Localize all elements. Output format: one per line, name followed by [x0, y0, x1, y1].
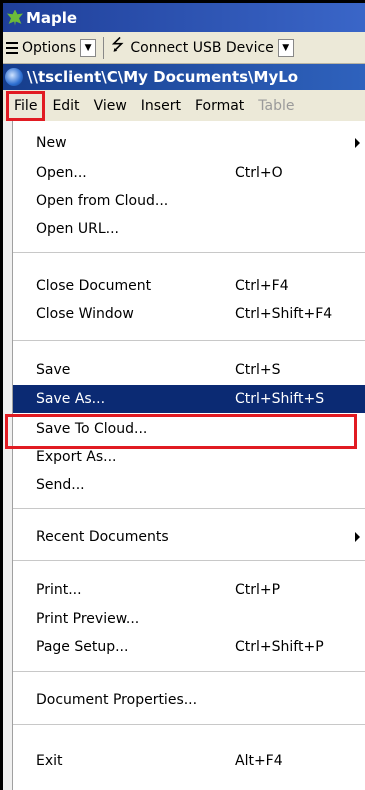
menu-item-page-setup[interactable]: Page Setup... Ctrl+Shift+P	[13, 633, 365, 661]
menu-item-shortcut: Alt+F4	[235, 753, 283, 769]
menu-item-label: Send...	[36, 477, 85, 493]
menu-item-document-properties[interactable]: Document Properties...	[13, 686, 365, 714]
menu-file[interactable]: File	[6, 90, 46, 121]
menu-item-label: Open URL...	[36, 221, 119, 237]
menu-item-print-preview[interactable]: Print Preview...	[13, 605, 365, 633]
chevron-down-icon[interactable]: ▼	[80, 38, 97, 57]
menu-item-label: Print...	[36, 582, 82, 598]
menu-item-open[interactable]: Open... Ctrl+O	[13, 159, 365, 187]
menu-item-label: New	[36, 135, 67, 151]
menu-item-recent-documents[interactable]: Recent Documents	[13, 523, 365, 551]
options-button[interactable]: Options ▼	[3, 35, 99, 61]
menu-separator	[13, 560, 365, 562]
menu-item-close-window[interactable]: Close Window Ctrl+Shift+F4	[13, 300, 365, 328]
submenu-arrow-icon	[355, 532, 360, 542]
menu-item-label: Open from Cloud...	[36, 193, 169, 209]
maple-window: Maple Options ▼ ⭍ Connect USB Device ▼ \…	[0, 0, 365, 790]
menu-item-label: Export As...	[36, 449, 117, 465]
menu-item-open-url[interactable]: Open URL...	[13, 215, 365, 243]
menu-separator	[13, 340, 365, 342]
menu-bar: File Edit View Insert Format Table	[3, 90, 365, 121]
document-title-bar: \\tsclient\C\My Documents\MyLo	[3, 64, 365, 90]
menu-format[interactable]: Format	[188, 90, 251, 121]
options-label: Options	[22, 39, 77, 56]
menu-item-label: Close Document	[36, 278, 152, 294]
menu-item-save[interactable]: Save Ctrl+S	[13, 356, 365, 384]
menu-item-shortcut: Ctrl+Shift+P	[235, 639, 324, 655]
remote-toolbar: Options ▼ ⭍ Connect USB Device ▼	[3, 32, 365, 64]
menu-item-save-as[interactable]: Save As... Ctrl+Shift+S	[13, 385, 365, 413]
file-menu-dropdown: New Open... Ctrl+O Open from Cloud... Op…	[12, 121, 365, 790]
menu-table[interactable]: Table	[251, 90, 301, 121]
menu-edit[interactable]: Edit	[45, 90, 86, 121]
toolbar-divider	[103, 36, 105, 59]
submenu-arrow-icon	[355, 138, 360, 148]
menu-item-label: Save	[36, 362, 71, 378]
menu-item-shortcut: Ctrl+S	[235, 362, 281, 378]
menu-item-label: Close Window	[36, 306, 134, 322]
menu-item-shortcut: Ctrl+F4	[235, 278, 289, 294]
menu-separator	[13, 724, 365, 726]
menu-item-label: Document Properties...	[36, 692, 198, 708]
menu-item-print[interactable]: Print... Ctrl+P	[13, 576, 365, 604]
menu-item-shortcut: Ctrl+P	[235, 582, 281, 598]
menu-item-open-from-cloud[interactable]: Open from Cloud...	[13, 187, 365, 215]
menu-item-label: Save As...	[36, 391, 106, 407]
menu-item-shortcut: Ctrl+O	[235, 165, 283, 181]
title-bar: Maple	[3, 3, 365, 32]
document-path: \\tsclient\C\My Documents\MyLo	[27, 68, 299, 86]
menu-item-new[interactable]: New	[13, 129, 365, 157]
menu-item-label: Recent Documents	[36, 529, 169, 545]
menu-separator	[13, 252, 365, 254]
menu-item-exit[interactable]: Exit Alt+F4	[13, 747, 365, 775]
maple-leaf-icon	[7, 9, 23, 26]
menu-item-shortcut: Ctrl+Shift+F4	[235, 306, 333, 322]
menu-item-label: Print Preview...	[36, 611, 140, 627]
usb-label: Connect USB Device	[130, 39, 274, 56]
connect-usb-button[interactable]: ⭍ Connect USB Device ▼	[108, 35, 297, 61]
save-as-highlight-annotation	[5, 414, 357, 449]
menu-separator	[13, 671, 365, 673]
menu-view[interactable]: View	[87, 90, 134, 121]
menu-item-label: Exit	[36, 753, 63, 769]
menu-separator	[13, 508, 365, 510]
chevron-down-icon[interactable]: ▼	[277, 38, 294, 57]
menu-item-shortcut: Ctrl+Shift+S	[235, 391, 325, 407]
menu-icon	[6, 41, 18, 54]
window-title: Maple	[26, 8, 78, 27]
usb-icon: ⭍	[111, 35, 125, 54]
menu-item-label: Open...	[36, 165, 87, 181]
maple-document-icon	[5, 68, 23, 86]
menu-insert[interactable]: Insert	[134, 90, 188, 121]
menu-item-label: Page Setup...	[36, 639, 129, 655]
menu-item-close-document[interactable]: Close Document Ctrl+F4	[13, 272, 365, 300]
menu-item-send[interactable]: Send...	[13, 471, 365, 499]
